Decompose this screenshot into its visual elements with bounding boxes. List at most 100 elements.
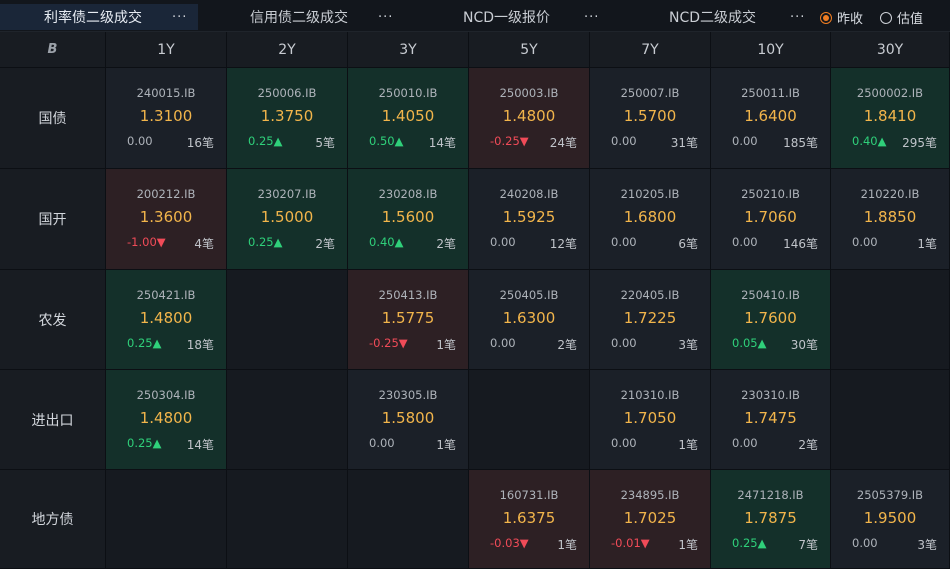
quote-cell[interactable]: 210205.IB 1.6800 0.00 6笔 [590, 169, 710, 269]
trade-count: 1笔 [678, 438, 698, 452]
column-header[interactable]: 2Y [227, 32, 347, 67]
bond-code: 250006.IB [257, 86, 317, 100]
quote-cell[interactable]: 210220.IB 1.8850 0.00 1笔 [831, 169, 949, 269]
column-header[interactable]: 5Y [469, 32, 589, 67]
quote-cell[interactable]: 2500002.IB 1.8410 0.40▲ 295笔 [831, 68, 949, 168]
quote-cell[interactable]: 240208.IB 1.5925 0.00 12笔 [469, 169, 589, 269]
more-dots-icon[interactable]: ··· [378, 10, 393, 25]
quote-cell[interactable]: 250006.IB 1.3750 0.25▲ 5笔 [227, 68, 347, 168]
radio-prev-close[interactable]: 昨收 [820, 8, 863, 27]
trade-count: 7笔 [798, 538, 818, 552]
bond-code: 230207.IB [257, 187, 317, 201]
quote-cell[interactable]: 250003.IB 1.4800 -0.25▼ 24笔 [469, 68, 589, 168]
bond-code: 250011.IB [741, 86, 800, 100]
row-header: 国债 [0, 68, 105, 168]
bond-code: 250405.IB [499, 288, 559, 302]
change-bp: 0.25▲ [127, 436, 162, 450]
yield-rate: 1.6375 [502, 509, 556, 527]
tab-credit-bond-secondary[interactable]: 信用债二级成交 ··· [208, 4, 406, 30]
column-header[interactable]: 10Y [711, 32, 830, 67]
yield-rate: 1.5925 [502, 208, 556, 226]
quote-cell[interactable]: 230208.IB 1.5600 0.40▲ 2笔 [348, 169, 468, 269]
corner-header: B [0, 32, 105, 67]
quote-cell[interactable]: 250010.IB 1.4050 0.50▲ 14笔 [348, 68, 468, 168]
yield-rate: 1.5800 [381, 409, 435, 427]
yield-rate: 1.8850 [863, 208, 917, 226]
trade-count: 185笔 [783, 136, 818, 150]
change-bp: 0.00 [732, 235, 758, 249]
yield-rate: 1.5700 [623, 107, 677, 125]
trade-count: 24笔 [549, 136, 577, 150]
quote-cell[interactable]: 220405.IB 1.7225 0.00 3笔 [590, 270, 710, 369]
radio-valuation[interactable]: 估值 [880, 8, 923, 27]
tab-ncd-secondary[interactable]: NCD二级成交 ··· [624, 4, 814, 30]
trade-count: 5笔 [315, 136, 335, 150]
yield-rate: 1.7050 [623, 409, 677, 427]
yield-rate: 1.9500 [863, 509, 917, 527]
yield-rate: 1.6300 [502, 309, 556, 327]
bond-code: 250007.IB [620, 86, 680, 100]
column-header[interactable]: 30Y [831, 32, 949, 67]
change-bp: -0.25▼ [490, 134, 529, 148]
quote-cell[interactable]: 200212.IB 1.3600 -1.00▼ 4笔 [106, 169, 226, 269]
bond-code: 220405.IB [620, 288, 680, 302]
quote-cell[interactable]: 250011.IB 1.6400 0.00 185笔 [711, 68, 830, 168]
bond-code: 200212.IB [136, 187, 196, 201]
bond-code: 230305.IB [378, 388, 438, 402]
yield-rate: 1.7060 [744, 208, 797, 226]
quote-cell[interactable]: 160731.IB 1.6375 -0.03▼ 1笔 [469, 470, 589, 568]
yield-rate: 1.3100 [139, 107, 193, 125]
tab-ncd-primary-quote[interactable]: NCD一级报价 ··· [416, 4, 614, 30]
trade-count: 2笔 [315, 237, 335, 251]
change-bp: 0.40▲ [369, 235, 404, 249]
radio-checked-icon[interactable] [820, 11, 832, 24]
bond-code: 250410.IB [741, 288, 800, 302]
empty-cell [227, 470, 347, 568]
quote-cell[interactable]: 230305.IB 1.5800 0.00 1笔 [348, 370, 468, 469]
change-bp: 0.00 [611, 134, 637, 148]
yield-rate: 1.7225 [623, 309, 677, 327]
quote-cell[interactable]: 250304.IB 1.4800 0.25▲ 14笔 [106, 370, 226, 469]
yield-rate: 1.7475 [744, 409, 797, 427]
more-dots-icon[interactable]: ··· [172, 10, 187, 25]
quote-cell[interactable]: 250410.IB 1.7600 0.05▲ 30笔 [711, 270, 830, 369]
bond-type-icon[interactable]: B [48, 42, 58, 57]
quote-cell[interactable]: 250405.IB 1.6300 0.00 2笔 [469, 270, 589, 369]
column-header[interactable]: 7Y [590, 32, 710, 67]
empty-cell [469, 370, 589, 469]
trade-count: 12笔 [549, 237, 577, 251]
trade-count: 30笔 [790, 338, 818, 352]
bond-code: 250010.IB [378, 86, 438, 100]
trade-count: 1笔 [436, 438, 456, 452]
trade-count: 2笔 [436, 237, 456, 251]
radio-unchecked-icon[interactable] [880, 11, 892, 24]
quote-cell[interactable]: 234895.IB 1.7025 -0.01▼ 1笔 [590, 470, 710, 568]
change-bp: 0.00 [490, 235, 516, 249]
column-header[interactable]: 3Y [348, 32, 468, 67]
empty-cell [106, 470, 226, 568]
more-dots-icon[interactable]: ··· [790, 10, 805, 25]
change-bp: -1.00▼ [127, 235, 166, 249]
quote-cell[interactable]: 250421.IB 1.4800 0.25▲ 18笔 [106, 270, 226, 369]
column-header[interactable]: 1Y [106, 32, 226, 67]
trade-count: 14笔 [428, 136, 456, 150]
change-bp: 0.00 [611, 336, 637, 350]
trade-count: 16笔 [186, 136, 214, 150]
yield-rate: 1.3600 [139, 208, 193, 226]
tab-rate-bond-secondary[interactable]: 利率债二级成交 ··· [0, 4, 198, 30]
quote-cell[interactable]: 210310.IB 1.7050 0.00 1笔 [590, 370, 710, 469]
quote-cell[interactable]: 2505379.IB 1.9500 0.00 3笔 [831, 470, 949, 568]
quote-cell[interactable]: 230310.IB 1.7475 0.00 2笔 [711, 370, 830, 469]
quote-cell[interactable]: 230207.IB 1.5000 0.25▲ 2笔 [227, 169, 347, 269]
yield-rate: 1.7875 [744, 509, 797, 527]
more-dots-icon[interactable]: ··· [584, 10, 599, 25]
bond-code: 230208.IB [378, 187, 438, 201]
change-bp: 0.05▲ [732, 336, 767, 350]
quote-cell[interactable]: 240015.IB 1.3100 0.00 16笔 [106, 68, 226, 168]
empty-cell [348, 470, 468, 568]
quote-cell[interactable]: 250413.IB 1.5775 -0.25▼ 1笔 [348, 270, 468, 369]
change-bp: 0.25▲ [248, 134, 283, 148]
quote-cell[interactable]: 250210.IB 1.7060 0.00 146笔 [711, 169, 830, 269]
quote-cell[interactable]: 2471218.IB 1.7875 0.25▲ 7笔 [711, 470, 830, 568]
quote-cell[interactable]: 250007.IB 1.5700 0.00 31笔 [590, 68, 710, 168]
